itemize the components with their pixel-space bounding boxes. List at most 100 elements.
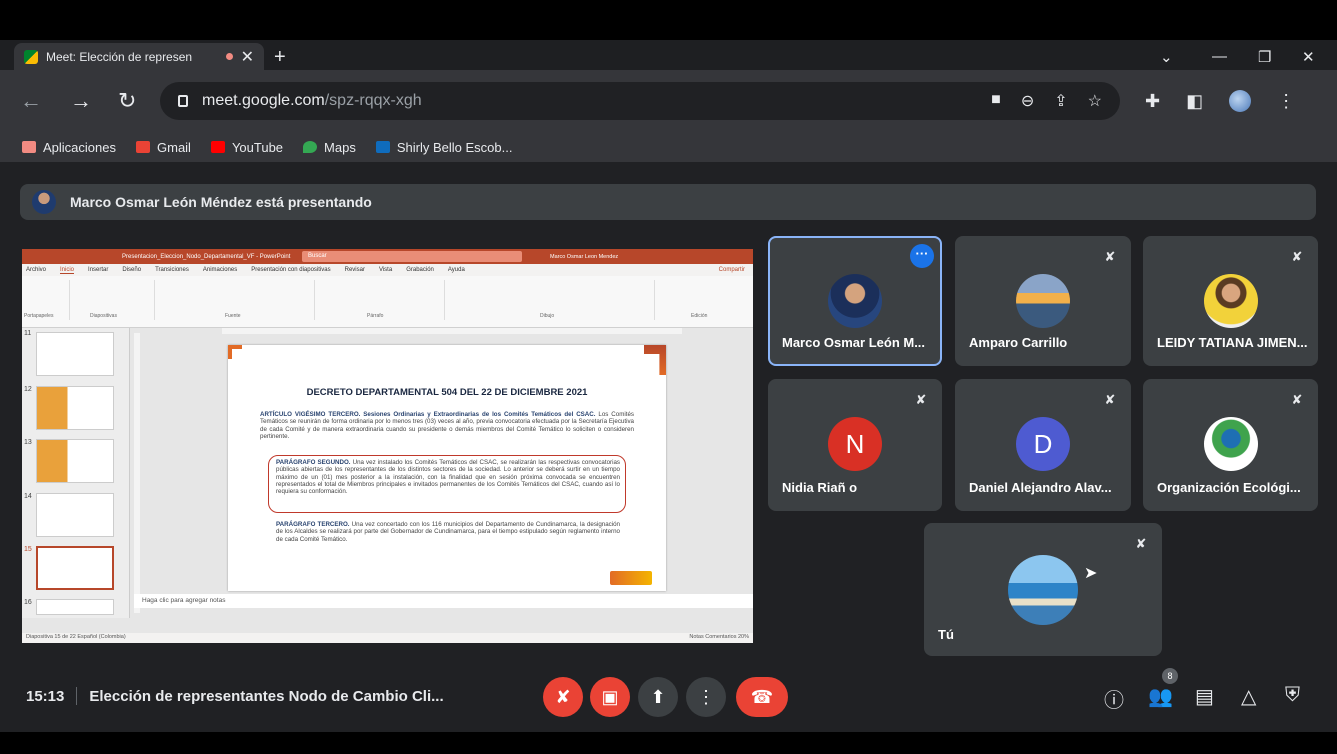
- slide-paragraph-3: PARÁGRAFO TERCERO. Una vez concertado co…: [276, 521, 620, 543]
- side-panel-icon[interactable]: ◧: [1186, 91, 1203, 112]
- slide-article: ARTÍCULO VIGÉSIMO TERCERO. Sesiones Ordi…: [260, 411, 634, 440]
- gmail-icon: [136, 141, 150, 153]
- leave-call-button[interactable]: ☎: [736, 677, 788, 717]
- profile-avatar-icon[interactable]: [1229, 90, 1252, 112]
- mouse-cursor-icon: ➤: [1084, 565, 1098, 582]
- ribbon-group-label: Diapositivas: [90, 313, 117, 319]
- back-icon[interactable]: ←: [20, 88, 42, 114]
- participant-tile-self[interactable]: ✘ Tú ➤: [924, 523, 1162, 656]
- mic-off-icon: ✘: [915, 392, 927, 407]
- status-right: Notas Comentarios 20%: [689, 634, 749, 640]
- people-icon[interactable]: 👥: [1148, 684, 1173, 709]
- thumb-number: 15: [24, 546, 32, 553]
- presenter-avatar: [32, 190, 56, 214]
- meeting-details-icon[interactable]: ⓘ: [1104, 684, 1124, 713]
- bookmark-outlook[interactable]: Shirly Bello Escob...: [375, 140, 512, 155]
- extensions-puzzle-icon[interactable]: ✚: [1145, 91, 1160, 112]
- participant-name: Amparo Carrillo: [969, 335, 1068, 350]
- reload-icon[interactable]: ↻: [118, 88, 136, 114]
- ppt-menu-item: Animaciones: [202, 267, 238, 273]
- camera-off-button[interactable]: ▣: [590, 677, 630, 717]
- activities-icon[interactable]: △: [1241, 684, 1256, 709]
- ppt-file-title: Presentacion_Eleccion_Nodo_Departamental…: [122, 253, 291, 260]
- chat-icon[interactable]: ▤: [1195, 684, 1214, 709]
- ribbon-group-label: Fuente: [225, 313, 241, 319]
- more-options-icon[interactable]: ···: [910, 244, 934, 268]
- mic-off-button[interactable]: ✘: [543, 677, 583, 717]
- slide-paragraph-2: PARÁGRAFO SEGUNDO. Una vez instalado los…: [276, 459, 620, 496]
- shared-screen: Presentacion_Eleccion_Nodo_Departamental…: [22, 249, 753, 643]
- participant-tile[interactable]: N ✘ Nidia Riañ o: [768, 379, 942, 511]
- notes-pane: Haga clic para agregar notas: [134, 594, 753, 608]
- slide-thumb: [36, 599, 114, 615]
- ppt-ribbon: Portapapeles Diapositivas Fuente Párrafo…: [22, 276, 753, 328]
- ppt-share: Compartir: [718, 267, 745, 273]
- thumb-number: 14: [24, 493, 32, 500]
- meet-stage: Marco Osmar León Méndez está presentando…: [0, 162, 1337, 732]
- meeting-title: Elección de representantes Nodo de Cambi…: [89, 687, 444, 705]
- more-options-button[interactable]: ⋮: [686, 677, 726, 717]
- ppt-menu-item: Insertar: [88, 267, 109, 273]
- mic-off-icon: ✘: [1135, 536, 1147, 551]
- navigation-bar: ← → ↻ meet.google.com /spz-rqqx-xgh ■ ⊖ …: [0, 70, 1337, 132]
- close-tab-icon[interactable]: ✕: [241, 47, 254, 67]
- participant-tile[interactable]: ✘ Amparo Carrillo: [955, 236, 1131, 366]
- restore-icon[interactable]: ❐: [1258, 48, 1271, 66]
- mic-off-icon: ✘: [1291, 249, 1303, 264]
- ppt-menu-item: Presentación con diapositivas: [251, 267, 331, 273]
- participant-name: Tú: [938, 627, 954, 642]
- participant-name: Organización Ecológi...: [1157, 480, 1301, 495]
- participant-tile[interactable]: ✘ Organización Ecológi...: [1143, 379, 1318, 511]
- presenting-text: Marco Osmar León Méndez está presentando: [70, 194, 372, 210]
- ppt-title-bar: Presentacion_Eleccion_Nodo_Departamental…: [22, 249, 753, 264]
- meet-favicon-icon: [24, 49, 38, 64]
- bookmark-apps[interactable]: Aplicaciones: [22, 140, 116, 155]
- participant-name: Daniel Alejandro Alav...: [969, 480, 1112, 495]
- zoom-icon[interactable]: ⊖: [1021, 91, 1034, 111]
- bookmark-youtube[interactable]: YouTube: [210, 140, 283, 155]
- participant-tile[interactable]: ✘ LEIDY TATIANA JIMEN...: [1143, 236, 1318, 366]
- slide-thumb: [36, 332, 114, 376]
- slide-canvas: DECRETO DEPARTAMENTAL 504 DEL 22 DE DICI…: [228, 345, 666, 591]
- participant-photo: [828, 274, 882, 328]
- present-button[interactable]: ⬆: [638, 677, 678, 717]
- menu-kebab-icon[interactable]: ⋮: [1277, 91, 1295, 112]
- camera-icon[interactable]: ■: [991, 91, 1001, 111]
- url-path: /spz-rqqx-xgh: [324, 92, 422, 109]
- thumb-number: 16: [24, 599, 32, 606]
- slide-corner-decor: [228, 345, 242, 359]
- ppt-menu-item: Diseño: [122, 267, 142, 273]
- lock-icon: [178, 95, 188, 107]
- new-tab-button[interactable]: +: [274, 46, 286, 69]
- share-icon[interactable]: ⇪: [1054, 91, 1067, 111]
- slide-thumb: [36, 439, 114, 483]
- host-controls-icon[interactable]: ⛨: [1285, 684, 1300, 707]
- tab-meet[interactable]: Meet: Elección de represen ✕: [14, 43, 264, 70]
- tab-search-icon[interactable]: ⌄: [1160, 48, 1173, 66]
- close-window-icon[interactable]: ✕: [1302, 48, 1315, 66]
- ppt-editor: 11 12 13 14 15 16 DECRETO DEPARTAMENTAL …: [22, 328, 753, 633]
- ppt-menu-item: Archivo: [26, 267, 47, 273]
- clock: 15:13: [26, 687, 65, 705]
- participant-name: LEIDY TATIANA JIMEN...: [1157, 335, 1308, 350]
- slide-thumb: [36, 386, 114, 430]
- mic-off-icon: ✘: [1104, 249, 1116, 264]
- ppt-search: Buscar: [302, 251, 522, 262]
- ppt-menu-item: Ayuda: [447, 267, 465, 273]
- minimize-icon[interactable]: —: [1212, 48, 1227, 65]
- slide-thumb: [36, 493, 114, 537]
- forward-icon[interactable]: →: [70, 88, 92, 114]
- participant-tile[interactable]: D ✘ Daniel Alejandro Alav...: [955, 379, 1131, 511]
- ppt-user: Marco Osmar Leon Mendez: [550, 253, 619, 260]
- mic-off-icon: ✘: [1104, 392, 1116, 407]
- bookmark-maps[interactable]: Maps: [303, 140, 356, 155]
- thumb-number: 12: [24, 386, 32, 393]
- participant-tile[interactable]: ··· Marco Osmar León M...: [768, 236, 942, 366]
- participant-photo: [1203, 417, 1258, 471]
- meeting-info: 15:13 Elección de representantes Nodo de…: [26, 687, 444, 705]
- bookmark-gmail[interactable]: Gmail: [136, 140, 191, 155]
- ppt-menu-item: Inicio: [60, 266, 75, 274]
- address-bar[interactable]: meet.google.com /spz-rqqx-xgh ■ ⊖ ⇪ ☆: [160, 82, 1120, 120]
- participant-photo: [1008, 555, 1078, 625]
- bookmark-star-icon[interactable]: ☆: [1088, 91, 1102, 111]
